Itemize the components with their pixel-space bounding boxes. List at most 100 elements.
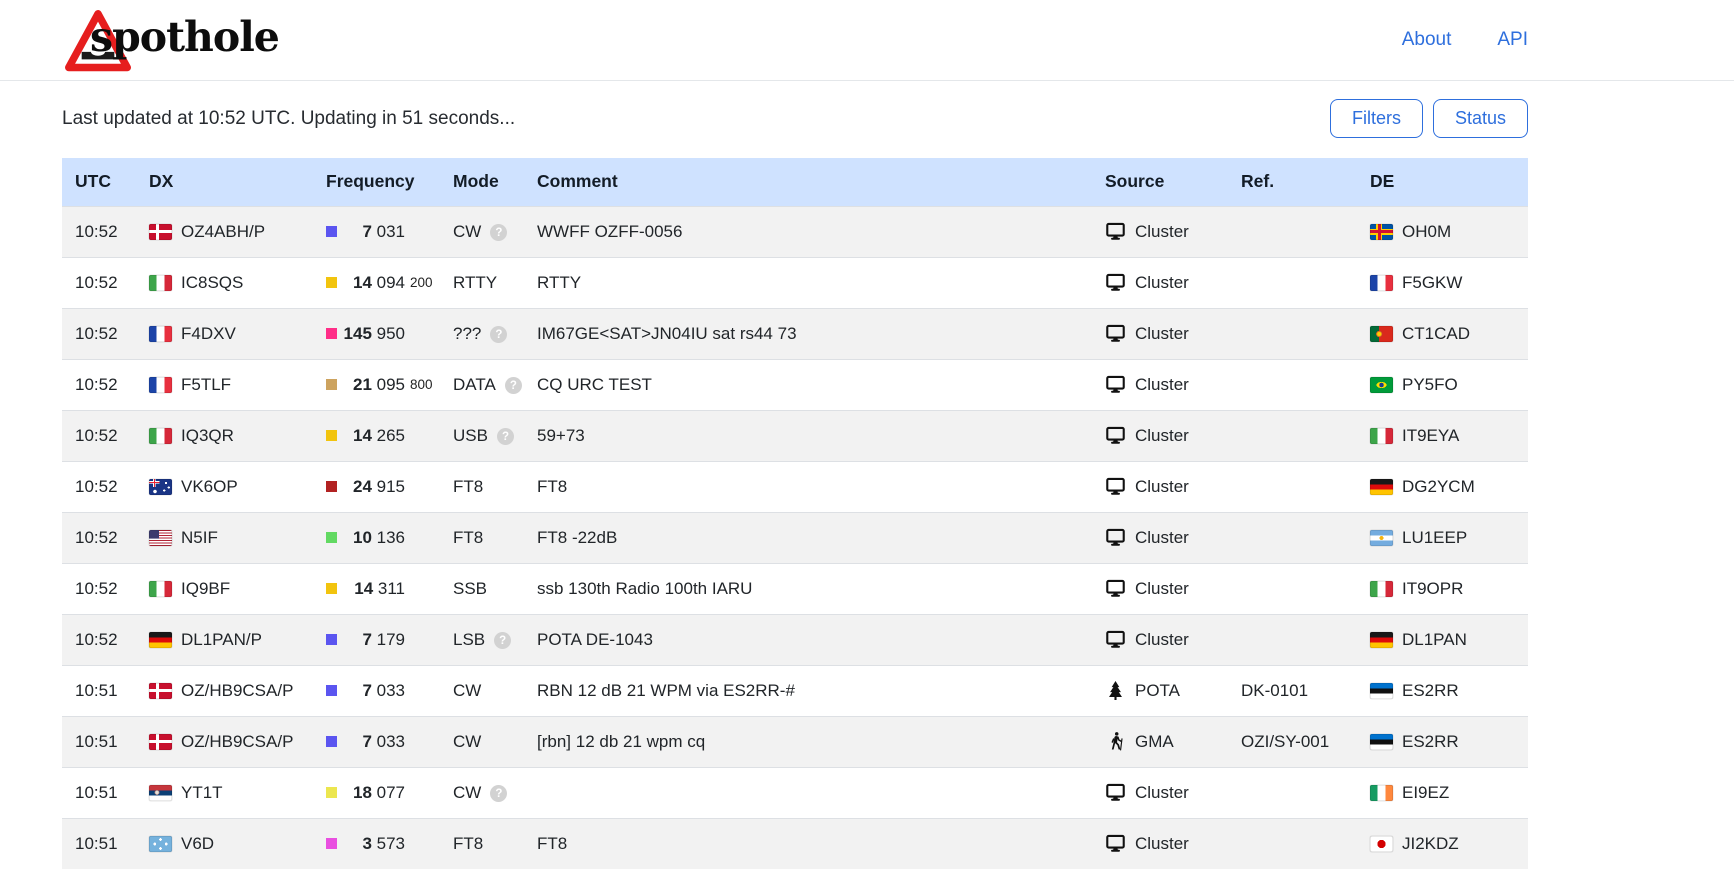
spot-comment: [rbn] 12 db 21 wpm cq — [537, 732, 705, 751]
mode-help-icon[interactable]: ? — [494, 632, 511, 649]
spot-row[interactable]: 10:52 IQ3QR 14 265 USB? 59+73 Cluster IT… — [62, 410, 1528, 461]
status-bar: Last updated at 10:52 UTC. Updating in 5… — [62, 99, 1528, 138]
frequency-value: 7 179 — [337, 630, 405, 650]
frequency-value: 145 950 — [337, 324, 405, 344]
monitor-icon — [1105, 578, 1126, 599]
it-flag-icon — [1370, 581, 1393, 597]
mode-label: LSB — [453, 630, 485, 649]
spot-comment: RBN 12 dB 21 WPM via ES2RR-# — [537, 681, 795, 700]
source-label: Cluster — [1135, 579, 1189, 599]
spot-time: 10:51 — [75, 681, 118, 700]
spot-time: 10:52 — [75, 528, 118, 547]
spot-row[interactable]: 10:52 OZ4ABH/P 7 031 CW? WWFF OZFF-0056 … — [62, 206, 1528, 257]
dx-callsign: IQ9BF — [181, 579, 230, 599]
it-flag-icon — [1370, 428, 1393, 444]
mode-help-icon[interactable]: ? — [490, 224, 507, 241]
mode-help-icon[interactable]: ? — [505, 377, 522, 394]
spot-row[interactable]: 10:52 F4DXV 145 950 ???? IM67GE<SAT>JN04… — [62, 308, 1528, 359]
band-color-square — [326, 838, 337, 849]
de-callsign: OH0M — [1402, 222, 1451, 242]
spot-comment: POTA DE-1043 — [537, 630, 653, 649]
spot-row[interactable]: 10:52 VK6OP 24 915 FT8 FT8 Cluster DG2YC… — [62, 461, 1528, 512]
dx-callsign: N5IF — [181, 528, 218, 548]
dx-callsign: YT1T — [181, 783, 223, 803]
spot-row[interactable]: 10:52 N5IF 10 136 FT8 FT8 -22dB Cluster … — [62, 512, 1528, 563]
dk-flag-icon — [149, 734, 172, 750]
monitor-icon — [1105, 323, 1126, 344]
brand-name: spothole — [90, 13, 279, 61]
spot-comment: IM67GE<SAT>JN04IU sat rs44 73 — [537, 324, 797, 343]
mode-help-icon[interactable]: ? — [490, 785, 507, 802]
band-color-square — [326, 736, 337, 747]
de-callsign: ES2RR — [1402, 732, 1459, 752]
mode-label: CW — [453, 222, 481, 241]
dk-flag-icon — [149, 683, 172, 699]
brand-logo[interactable]: spothole — [62, 5, 362, 75]
dx-callsign: OZ/HB9CSA/P — [181, 732, 293, 752]
mode-label: FT8 — [453, 528, 483, 547]
reference-code: DK-0101 — [1241, 681, 1308, 700]
spot-rows: 10:52 OZ4ABH/P 7 031 CW? WWFF OZFF-0056 … — [62, 206, 1528, 869]
spot-row[interactable]: 10:52 F5TLF 21 095 800 DATA? CQ URC TEST… — [62, 359, 1528, 410]
spot-row[interactable]: 10:51 OZ/HB9CSA/P 7 033 CW RBN 12 dB 21 … — [62, 665, 1528, 716]
nav-link-about[interactable]: About — [1402, 29, 1452, 51]
col-header-mode: Mode — [443, 158, 527, 206]
col-header-utc: UTC — [62, 158, 139, 206]
jp-flag-icon — [1370, 836, 1393, 852]
mode-help-icon[interactable]: ? — [490, 326, 507, 343]
frequency-hz: 200 — [410, 275, 440, 290]
source-label: Cluster — [1135, 426, 1189, 446]
spot-row[interactable]: 10:52 DL1PAN/P 7 179 LSB? POTA DE-1043 C… — [62, 614, 1528, 665]
band-color-square — [326, 430, 337, 441]
spot-time: 10:52 — [75, 375, 118, 394]
spot-row[interactable]: 10:51 OZ/HB9CSA/P 7 033 CW [rbn] 12 db 2… — [62, 716, 1528, 767]
frequency-value: 21 095 — [337, 375, 405, 395]
spot-time: 10:52 — [75, 324, 118, 343]
band-color-square — [326, 583, 337, 594]
mode-label: USB — [453, 426, 488, 445]
source-label: POTA — [1135, 681, 1180, 701]
mode-help-icon[interactable]: ? — [497, 428, 514, 445]
main-content: Last updated at 10:52 UTC. Updating in 5… — [0, 99, 1734, 869]
col-header-dx: DX — [139, 158, 316, 206]
status-button[interactable]: Status — [1433, 99, 1528, 138]
spot-row[interactable]: 10:52 IQ9BF 14 311 SSB ssb 130th Radio 1… — [62, 563, 1528, 614]
monitor-icon — [1105, 476, 1126, 497]
spot-time: 10:51 — [75, 834, 118, 853]
ee-flag-icon — [1370, 734, 1393, 750]
spot-row[interactable]: 10:51 YT1T 18 077 CW? Cluster EI9EZ — [62, 767, 1528, 818]
top-header: spothole About API — [0, 0, 1734, 81]
band-color-square — [326, 481, 337, 492]
spots-table: UTC DX Frequency Mode Comment Source Ref… — [62, 158, 1528, 869]
source-label: Cluster — [1135, 783, 1189, 803]
it-flag-icon — [149, 275, 172, 291]
nav-link-api[interactable]: API — [1497, 29, 1528, 51]
spot-row[interactable]: 10:52 IC8SQS 14 094 200 RTTY RTTY Cluste… — [62, 257, 1528, 308]
band-color-square — [326, 532, 337, 543]
table-header-row: UTC DX Frequency Mode Comment Source Ref… — [62, 158, 1528, 206]
monitor-icon — [1105, 374, 1126, 395]
de-flag-icon — [1370, 479, 1393, 495]
fm-flag-icon — [149, 836, 172, 852]
spot-time: 10:52 — [75, 579, 118, 598]
us-flag-icon — [149, 530, 172, 546]
filters-button[interactable]: Filters — [1330, 99, 1423, 138]
dx-callsign: OZ/HB9CSA/P — [181, 681, 293, 701]
spot-time: 10:52 — [75, 426, 118, 445]
monitor-icon — [1105, 272, 1126, 293]
dx-callsign: F5TLF — [181, 375, 231, 395]
col-header-comment: Comment — [527, 158, 1095, 206]
dx-callsign: DL1PAN/P — [181, 630, 262, 650]
source-label: Cluster — [1135, 324, 1189, 344]
spot-row[interactable]: 10:51 V6D 3 573 FT8 FT8 Cluster JI2KDZ — [62, 818, 1528, 869]
frequency-value: 7 031 — [337, 222, 405, 242]
band-color-square — [326, 379, 337, 390]
spot-time: 10:52 — [75, 222, 118, 241]
frequency-value: 7 033 — [337, 681, 405, 701]
de-callsign: PY5FO — [1402, 375, 1458, 395]
de-callsign: DG2YCM — [1402, 477, 1475, 497]
hiker-icon — [1105, 731, 1126, 752]
ax-flag-icon — [1370, 224, 1393, 240]
spot-comment: RTTY — [537, 273, 581, 292]
spot-comment: FT8 — [537, 834, 567, 853]
